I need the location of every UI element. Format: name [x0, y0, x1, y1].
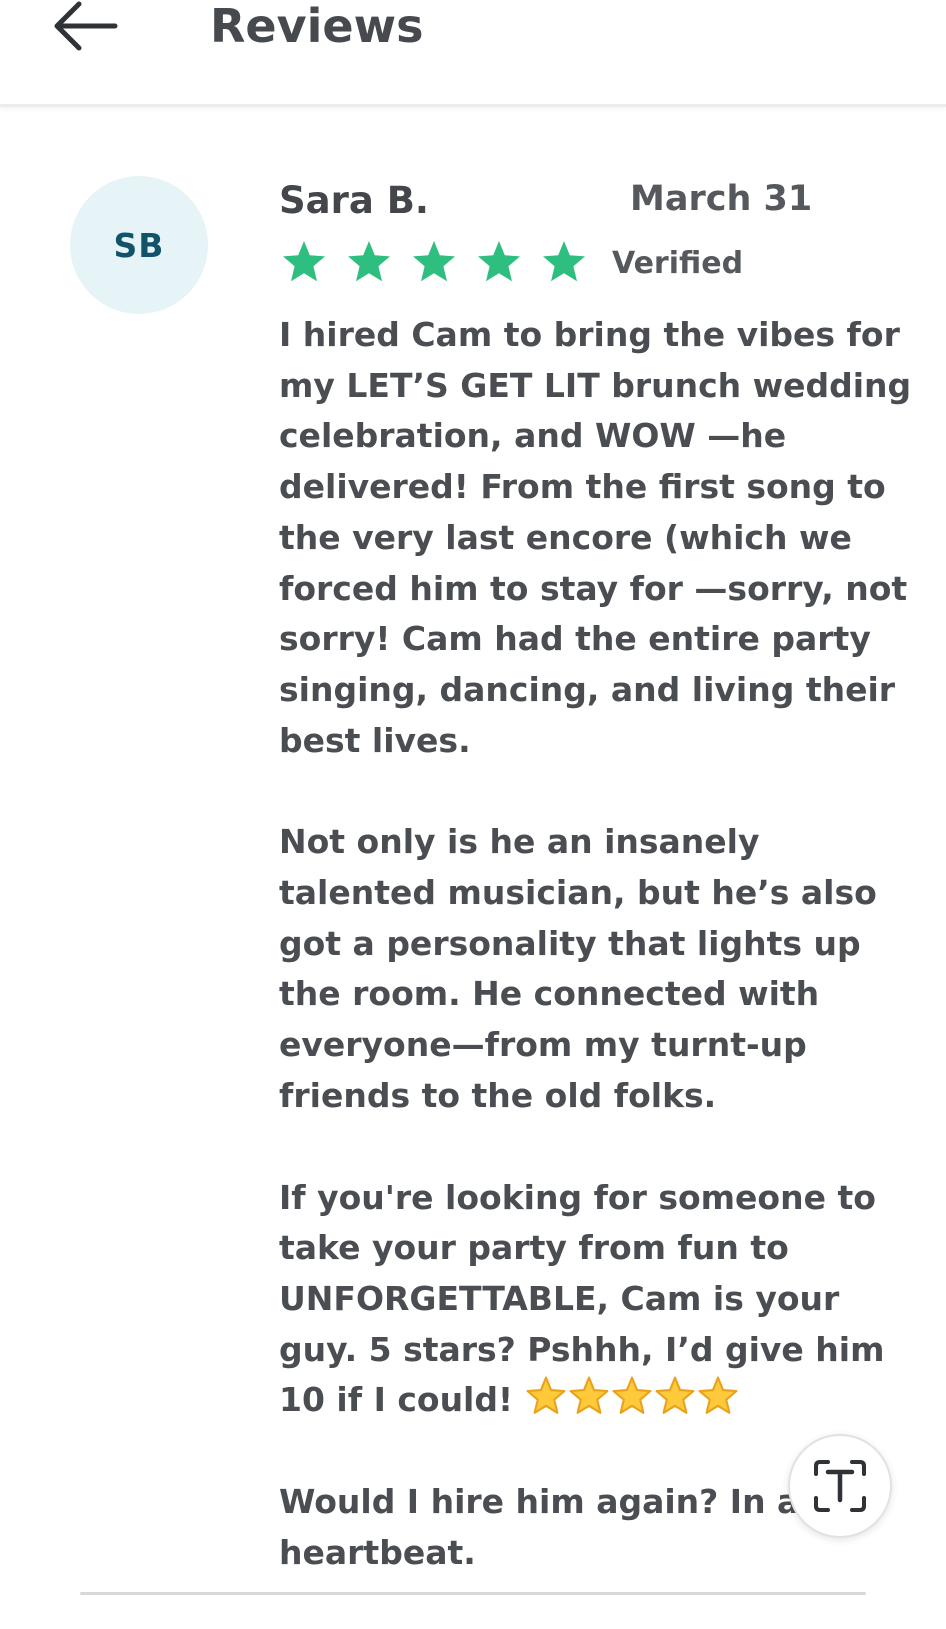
emoji-stars: [525, 1375, 739, 1417]
reviewer-name: Sara B.: [279, 179, 429, 222]
page-title: Reviews: [210, 0, 424, 53]
star-icon: [543, 241, 585, 282]
emoji-star-icon: [612, 1376, 651, 1415]
bottom-divider: [80, 1592, 866, 1595]
top-app-bar: Reviews: [0, 0, 946, 107]
back-button[interactable]: [44, 0, 124, 58]
emoji-star-icon: [569, 1376, 608, 1415]
review-paragraph: Not only is he an insanely talented musi…: [279, 822, 877, 1115]
emoji-star-icon: [526, 1376, 565, 1415]
arrow-left-icon: [54, 1, 118, 51]
review-paragraph: I hired Cam to bring the vibes for my LE…: [279, 315, 912, 760]
star-rating: [280, 238, 588, 286]
text-scan-icon: [814, 1460, 866, 1512]
review-date: March 31: [630, 179, 813, 219]
star-icon: [348, 241, 390, 282]
star-icon: [478, 241, 520, 282]
avatar: SB: [70, 176, 208, 314]
emoji-star-icon: [698, 1376, 737, 1415]
review-text: I hired Cam to bring the vibes for my LE…: [279, 310, 919, 1629]
text-scan-button[interactable]: [788, 1434, 892, 1538]
emoji-star-icon: [655, 1376, 694, 1415]
star-icon: [283, 241, 325, 282]
verified-badge: Verified: [612, 246, 744, 281]
star-icon: [413, 241, 455, 282]
review-paragraph: If you're looking for someone to take yo…: [279, 1173, 919, 1427]
